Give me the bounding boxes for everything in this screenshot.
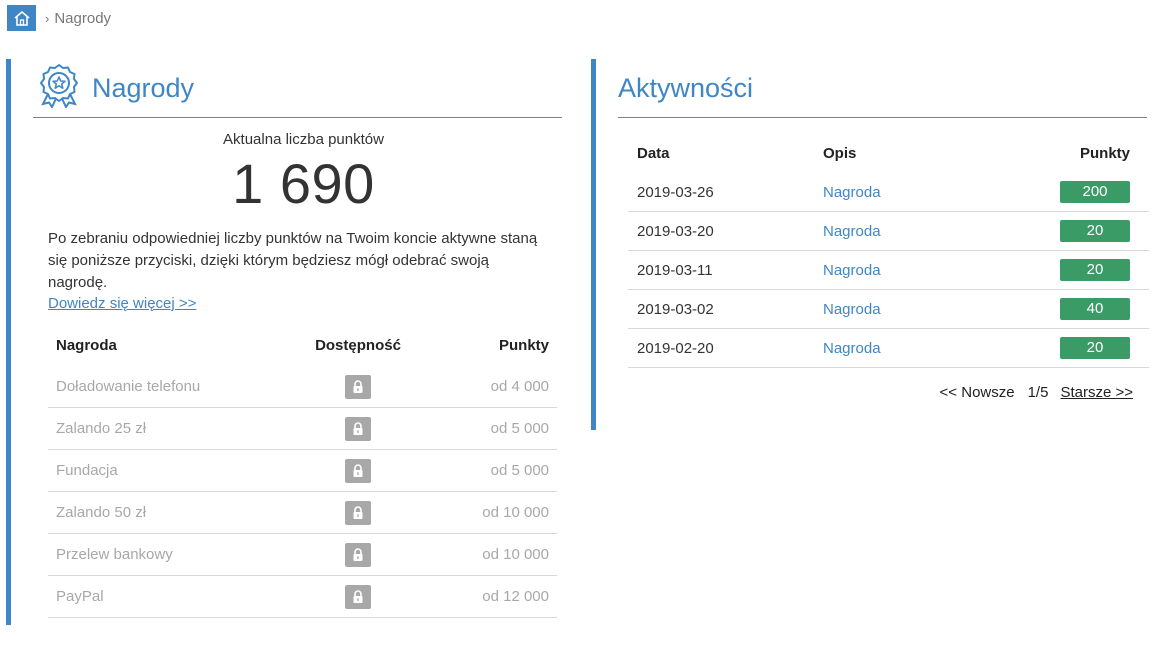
- points-value: 1 690: [232, 152, 375, 215]
- activity-description-link[interactable]: Nagroda: [823, 262, 881, 279]
- lock-icon[interactable]: [345, 500, 371, 525]
- reward-row: Doładowanie telefonu od 4 000: [48, 366, 557, 408]
- activities-table: Data Opis Punkty 2019-03-26 Nagroda 200 201…: [628, 133, 1149, 368]
- reward-availability: [268, 416, 448, 441]
- activity-description-link[interactable]: Nagroda: [823, 301, 881, 318]
- activities-panel: Aktywności Data Opis Punkty 2019-03-26 Na…: [591, 59, 1151, 430]
- pager-newer-link[interactable]: << Nowsze: [940, 384, 1015, 401]
- rewards-table-header: Nagroda Dostępność Punkty: [48, 324, 557, 366]
- reward-row: Zalando 50 zł od 10 000: [48, 492, 557, 534]
- activity-date: 2019-03-02: [637, 300, 714, 318]
- lock-icon[interactable]: [345, 374, 371, 399]
- reward-availability: [268, 584, 448, 609]
- points-label: Aktualna liczba punktów: [223, 131, 384, 148]
- reward-name: Zalando 50 zł: [56, 504, 147, 521]
- breadcrumb-current: Nagrody: [54, 9, 112, 27]
- activity-date: 2019-02-20: [637, 339, 714, 357]
- reward-availability: [268, 500, 448, 525]
- reward-points: od 10 000: [482, 546, 549, 563]
- lock-icon[interactable]: [345, 584, 371, 609]
- activity-points-badge: 20: [1060, 337, 1130, 359]
- activity-row: 2019-03-02 Nagroda 40: [628, 290, 1149, 329]
- reward-row: Przelew bankowy od 10 000: [48, 534, 557, 576]
- lock-icon[interactable]: [345, 416, 371, 441]
- column-header-reward: Nagroda: [56, 336, 117, 354]
- activity-points-badge: 200: [1060, 181, 1130, 203]
- rewards-panel-header: Nagrody: [33, 59, 562, 118]
- pager-page-indicator: 1/5: [1027, 384, 1049, 401]
- activity-description-link[interactable]: Nagroda: [823, 184, 881, 201]
- reward-row: Zalando 25 zł od 5 000: [48, 408, 557, 450]
- column-header-points: Punkty: [498, 336, 549, 354]
- reward-row: PayPal od 12 000: [48, 576, 557, 618]
- activity-row: 2019-03-20 Nagroda 20: [628, 212, 1149, 251]
- reward-points: od 5 000: [490, 462, 549, 479]
- column-header-availability: Dostępność: [315, 336, 401, 354]
- learn-more-link[interactable]: Dowiedz się więcej >>: [48, 295, 196, 312]
- reward-name: Fundacja: [56, 462, 118, 479]
- reward-name: Zalando 25 zł: [56, 420, 147, 437]
- home-button[interactable]: [7, 5, 36, 31]
- reward-name: Doładowanie telefonu: [56, 378, 201, 395]
- reward-name: PayPal: [56, 588, 104, 605]
- reward-points: od 4 000: [490, 378, 549, 395]
- reward-points: od 10 000: [482, 504, 549, 521]
- lock-icon[interactable]: [345, 542, 371, 567]
- column-header-points: Punkty: [1079, 144, 1130, 162]
- points-description: Po zebraniu odpowiedniej liczby punktów …: [48, 230, 538, 291]
- activity-row: 2019-03-26 Nagroda 200: [628, 173, 1149, 212]
- rewards-panel: Nagrody Aktualna liczba punktów 1 690 Po…: [6, 59, 568, 625]
- reward-availability: [268, 458, 448, 483]
- activity-row: 2019-03-11 Nagroda 20: [628, 251, 1149, 290]
- reward-row: Fundacja od 5 000: [48, 450, 557, 492]
- rewards-title: Nagrody: [92, 73, 195, 103]
- activity-points-badge: 40: [1060, 298, 1130, 320]
- activity-date: 2019-03-20: [637, 222, 714, 240]
- activity-date: 2019-03-11: [637, 261, 713, 279]
- activities-title: Aktywności: [618, 73, 754, 103]
- reward-points: od 5 000: [490, 420, 549, 437]
- lock-icon[interactable]: [345, 458, 371, 483]
- column-header-date: Data: [637, 144, 670, 162]
- activity-row: 2019-02-20 Nagroda 20: [628, 329, 1149, 368]
- activity-date: 2019-03-26: [637, 183, 714, 201]
- reward-availability: [268, 542, 448, 567]
- pager: << Nowsze 1/5 Starsze >>: [940, 384, 1133, 401]
- activity-points-badge: 20: [1060, 259, 1130, 281]
- activity-description-link[interactable]: Nagroda: [823, 340, 881, 357]
- column-header-description: Opis: [823, 144, 857, 162]
- rewards-table: Nagroda Dostępność Punkty Doładowanie te…: [48, 324, 557, 618]
- pager-older-link[interactable]: Starsze >>: [1060, 384, 1133, 401]
- home-icon: [13, 10, 30, 26]
- breadcrumb-separator: ›: [45, 10, 50, 26]
- activities-panel-header: Aktywności: [618, 59, 1147, 118]
- breadcrumb: › Nagrody: [7, 5, 111, 31]
- activity-points-badge: 20: [1060, 220, 1130, 242]
- reward-availability: [268, 374, 448, 399]
- activity-description-link[interactable]: Nagroda: [823, 223, 881, 240]
- reward-points: od 12 000: [482, 588, 549, 605]
- medal-icon: [40, 64, 78, 108]
- reward-name: Przelew bankowy: [56, 546, 173, 563]
- activities-table-header: Data Opis Punkty: [628, 133, 1149, 173]
